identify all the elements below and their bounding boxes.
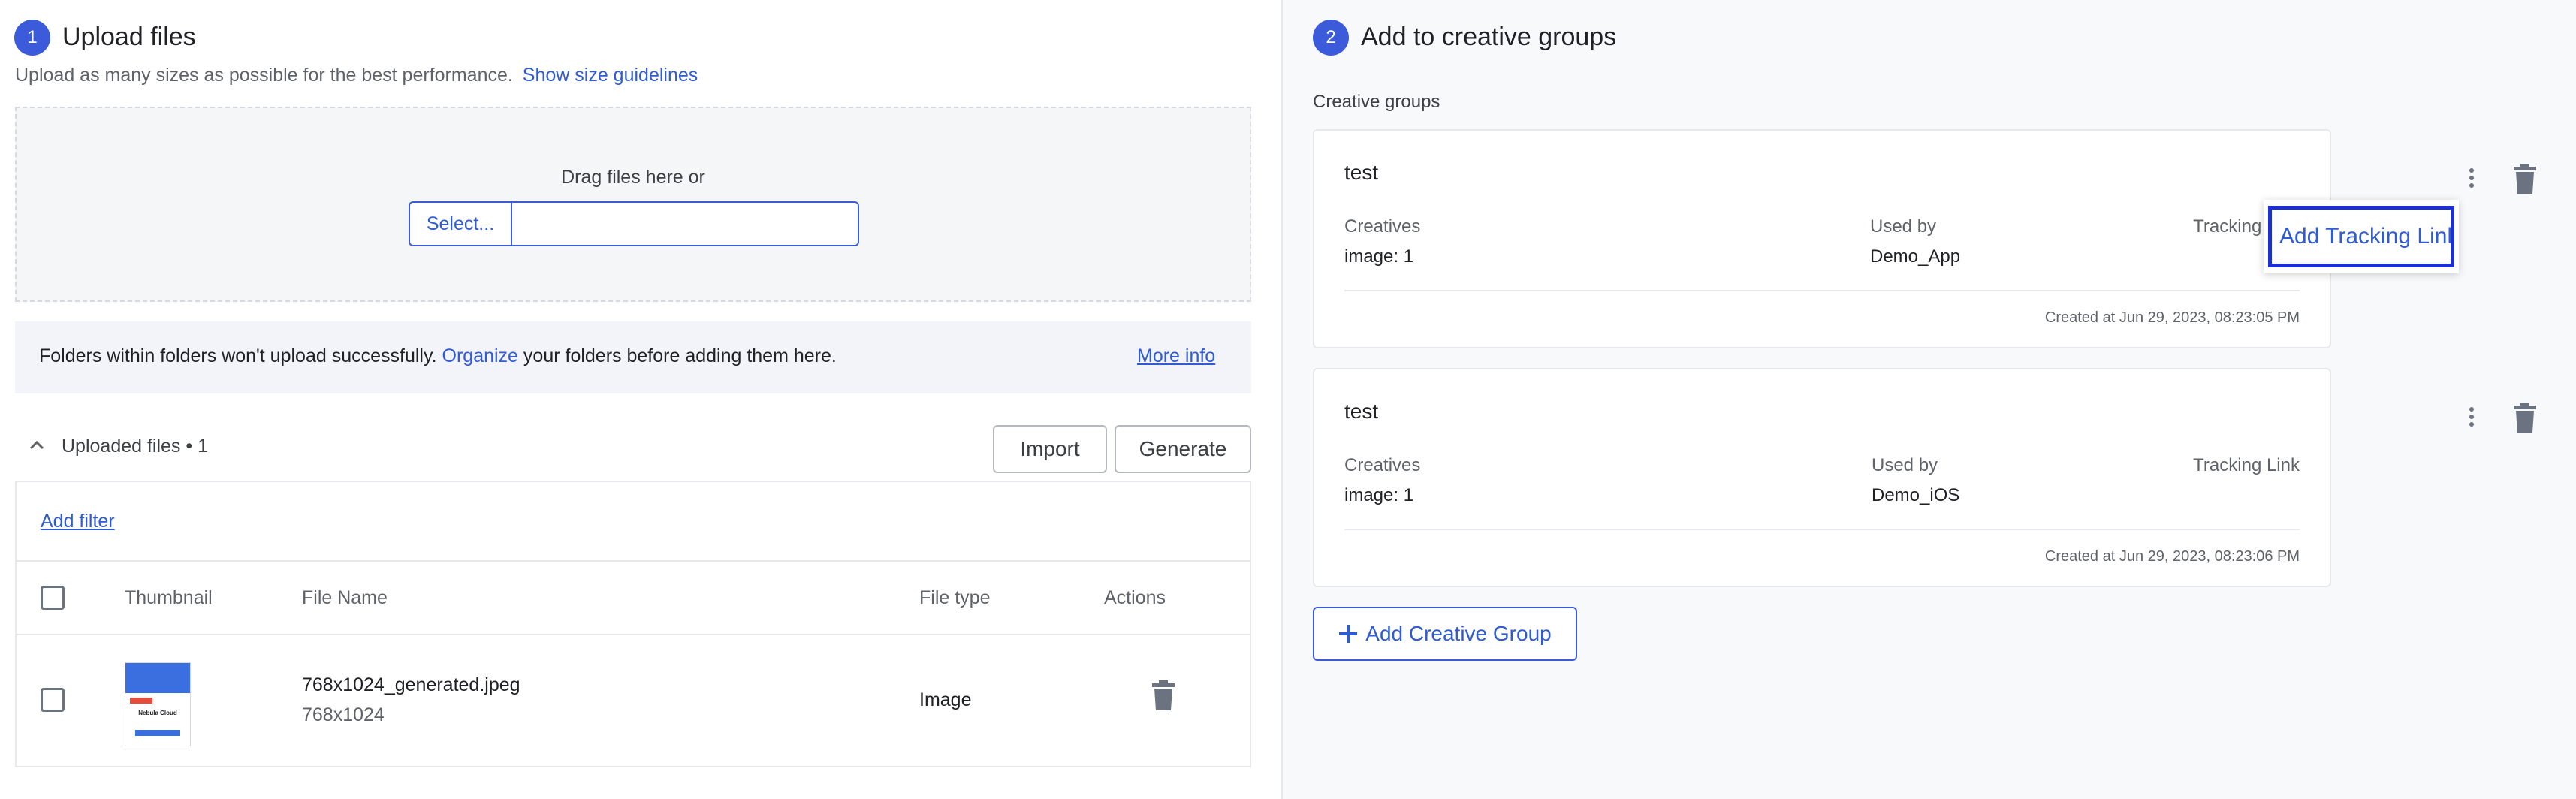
upload-panel: 1 Upload files Upload as many sizes as p…	[0, 0, 1281, 799]
column-file-name: File Name	[302, 587, 388, 608]
folder-notice: Folders within folders won't upload succ…	[15, 321, 1251, 393]
group-name: test	[1344, 400, 1379, 423]
notice-text-before: Folders within folders won't upload succ…	[39, 345, 437, 366]
creative-groups-panel: 2 Add to creative groups Creative groups…	[1283, 0, 2576, 799]
file-picker: Select...	[409, 201, 859, 246]
step-number: 2	[1326, 27, 1336, 47]
file-dropzone[interactable]: Drag files here or Select...	[15, 107, 1251, 302]
step-badge-1: 1	[14, 20, 50, 56]
trash-icon	[1152, 680, 1175, 710]
show-size-guidelines-link[interactable]: Show size guidelines	[523, 65, 698, 86]
organize-link[interactable]: Organize	[442, 345, 518, 366]
used-by-label: Used by	[1870, 216, 1937, 237]
file-type-value: Image	[919, 689, 972, 710]
select-files-button[interactable]: Select...	[409, 201, 512, 246]
add-tracking-link-menu-item[interactable]: Add Tracking Link	[2268, 206, 2454, 267]
creative-group-card: test Creatives image: 1 Used by Demo_iOS…	[1313, 368, 2536, 587]
file-thumbnail[interactable]: Nebula Cloud	[125, 662, 191, 746]
uploaded-files-label: Uploaded files • 1	[62, 436, 208, 457]
add-filter-link[interactable]: Add filter	[41, 511, 115, 532]
used-by-label: Used by	[1872, 455, 1938, 475]
card-divider	[1344, 529, 2300, 530]
used-by-value: Demo_iOS	[1872, 485, 1960, 505]
upload-subtitle: Upload as many sizes as possible for the…	[15, 65, 698, 86]
table-row: Nebula Cloud 768x1024_generated.jpeg 768…	[17, 635, 1250, 767]
thumbnail-badge	[130, 698, 152, 704]
trash-icon	[2514, 164, 2536, 194]
step-number: 1	[27, 27, 38, 47]
more-info-link[interactable]: More info	[1137, 345, 1215, 367]
group-menu-button[interactable]	[2469, 404, 2474, 430]
selected-file-field[interactable]	[512, 201, 859, 246]
column-thumbnail: Thumbnail	[125, 587, 213, 608]
plus-icon	[1339, 625, 1358, 643]
creatives-label: Creatives	[1344, 216, 1421, 237]
file-name: 768x1024_generated.jpeg	[302, 674, 520, 695]
step-badge-2: 2	[1313, 20, 1349, 56]
collapse-uploaded-toggle[interactable]	[29, 437, 45, 454]
delete-group-button[interactable]	[2512, 403, 2538, 433]
generate-button[interactable]: Generate	[1115, 425, 1251, 473]
select-all-checkbox[interactable]	[41, 586, 65, 610]
group-menu-button[interactable]	[2469, 165, 2474, 191]
creatives-value: image: 1	[1344, 246, 1414, 267]
upload-title: Upload files	[62, 23, 196, 51]
used-by-value: Demo_App	[1870, 246, 1961, 267]
tracking-link-label: Tracking Link	[2193, 455, 2300, 475]
trash-icon	[2514, 403, 2536, 433]
dropzone-text: Drag files here or	[561, 167, 705, 188]
creatives-value: image: 1	[1344, 485, 1414, 505]
chevron-up-icon	[29, 440, 44, 450]
thumbnail-heading: Nebula Cloud	[138, 710, 177, 716]
card-divider	[1344, 290, 2300, 291]
add-creative-group-button[interactable]: Add Creative Group	[1313, 607, 1577, 661]
delete-file-button[interactable]	[1151, 680, 1176, 710]
creative-group-card: test Creatives image: 1 Used by Demo_App…	[1313, 129, 2536, 348]
notice-text: Folders within folders won't upload succ…	[39, 345, 837, 367]
creative-groups-label: Creative groups	[1313, 92, 1440, 112]
row-checkbox[interactable]	[41, 688, 65, 712]
add-creative-group-label: Add Creative Group	[1365, 622, 1552, 645]
subtitle-text: Upload as many sizes as possible for the…	[15, 65, 513, 86]
creative-groups-title: Add to creative groups	[1361, 23, 1617, 51]
created-at: Created at Jun 29, 2023, 08:23:05 PM	[2044, 309, 2300, 326]
column-file-type: File type	[919, 587, 991, 608]
file-dimensions: 768x1024	[302, 704, 385, 725]
creatives-label: Creatives	[1344, 455, 1421, 475]
delete-group-button[interactable]	[2512, 164, 2538, 194]
table-divider	[17, 560, 1250, 562]
import-button[interactable]: Import	[993, 425, 1107, 473]
thumbnail-cta	[135, 730, 180, 736]
uploaded-files-table: Add filter Thumbnail File Name File type…	[15, 481, 1251, 767]
notice-text-after: your folders before adding them here.	[523, 345, 837, 366]
group-name: test	[1344, 161, 1379, 184]
group-menu-popup: Add Tracking Link	[2264, 200, 2459, 273]
column-actions: Actions	[1104, 587, 1166, 608]
thumbnail-banner	[125, 663, 190, 693]
created-at: Created at Jun 29, 2023, 08:23:06 PM	[2044, 548, 2300, 565]
